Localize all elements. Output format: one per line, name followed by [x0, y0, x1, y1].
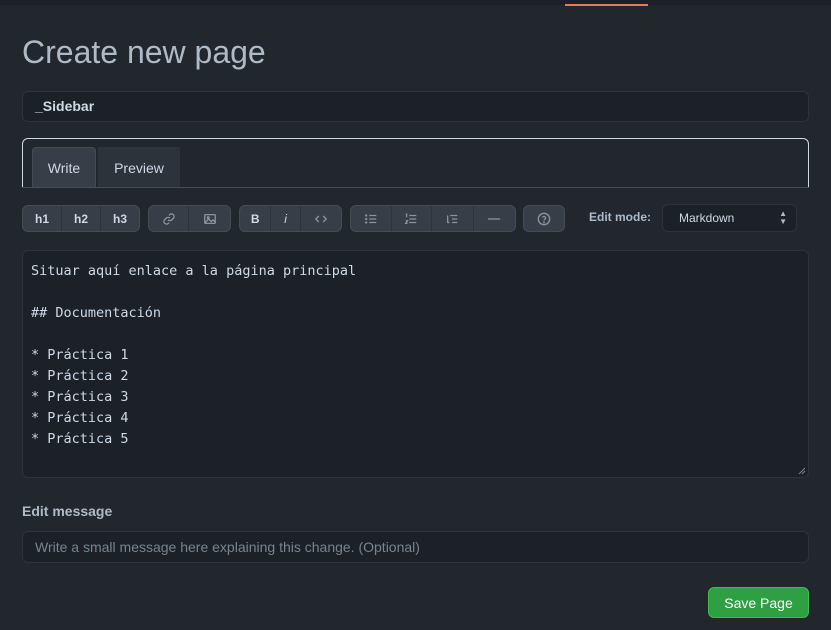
unordered-list-icon [364, 213, 376, 224]
edit-message-label: Edit message [22, 503, 113, 519]
page-name-input[interactable]: _Sidebar [22, 91, 809, 122]
image-button[interactable] [189, 206, 230, 231]
header-buttons-group: h1 h2 h3 [22, 205, 140, 232]
bold-button[interactable]: B [240, 206, 272, 231]
task-list-icon [447, 214, 458, 223]
page-title: Create new page [22, 34, 266, 70]
edit-mode-value: Markdown [679, 211, 735, 225]
edit-message-input[interactable]: Write a small message here explaining th… [22, 531, 809, 563]
ordered-list-icon [404, 212, 417, 224]
code-button[interactable] [301, 206, 341, 231]
horizontal-rule-button[interactable] [474, 206, 515, 231]
content-line: * Práctica 2 [31, 368, 129, 384]
content-line: * Práctica 5 [31, 431, 129, 447]
edit-mode-select[interactable]: Markdown ▲ ▼ [662, 204, 797, 232]
insert-buttons-group [148, 205, 231, 232]
save-page-button[interactable]: Save Page [708, 587, 809, 618]
select-arrows-icon: ▲ ▼ [779, 209, 787, 226]
tab-write[interactable]: Write [32, 147, 96, 188]
help-icon [537, 212, 551, 225]
tab-preview[interactable]: Preview [98, 147, 180, 188]
active-nav-indicator [565, 4, 648, 6]
help-buttons-group [523, 205, 565, 232]
resize-grip-icon[interactable] [798, 467, 806, 475]
content-line: Situar aquí enlace a la página principal [31, 263, 357, 279]
link-icon [162, 212, 175, 225]
h3-button[interactable]: h3 [101, 206, 139, 231]
content-line: ## Documentación [31, 305, 162, 321]
ordered-list-button[interactable] [392, 206, 433, 231]
tabs-divider [22, 187, 809, 188]
list-buttons-group [350, 205, 516, 232]
italic-button[interactable]: i [271, 206, 301, 231]
unordered-list-button[interactable] [351, 206, 392, 231]
content-line: ​ [31, 282, 800, 303]
code-icon [314, 214, 328, 223]
top-nav-bar [0, 0, 831, 6]
content-textarea[interactable]: Situar aquí enlace a la página principal… [22, 250, 809, 478]
h2-button[interactable]: h2 [62, 206, 101, 231]
content-line: * Práctica 3 [31, 389, 129, 405]
edit-mode-label: Edit mode: [589, 210, 651, 224]
content-line: ​ [31, 324, 800, 345]
image-icon [203, 213, 216, 224]
link-button[interactable] [149, 206, 190, 231]
help-button[interactable] [524, 206, 564, 231]
format-buttons-group: B i [239, 205, 342, 232]
h1-button[interactable]: h1 [23, 206, 62, 231]
task-list-button[interactable] [432, 206, 474, 231]
horizontal-rule-icon [488, 217, 501, 220]
content-line: * Práctica 4 [31, 410, 129, 426]
content-line: * Práctica 1 [31, 347, 129, 363]
